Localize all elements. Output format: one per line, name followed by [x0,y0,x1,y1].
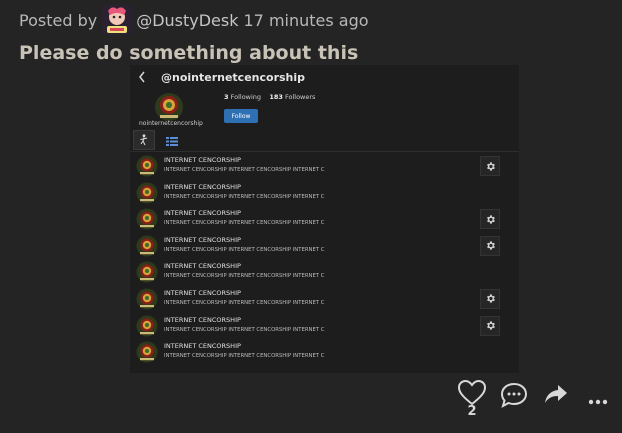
row-text: INTERNET CENCORSHIP INTERNET CENCORSHIP … [164,167,325,173]
row-avatar [136,208,158,230]
gear-icon [485,210,496,229]
dancer-icon [139,131,149,150]
gear-icon [485,316,496,335]
row-avatar [136,315,158,337]
list-item: INTERNET CENCORSHIP INTERNET CENCORSHIP I… [130,313,519,340]
tab-dancer [133,130,155,150]
share-icon [544,384,568,408]
following-count: 3 [224,93,229,101]
row-avatar [136,261,158,283]
post-header: Posted by @DustyDesk 17 minutes ago [19,5,369,35]
row-title: INTERNET CENCORSHIP [164,182,241,191]
gear-icon [485,289,496,308]
row-title: INTERNET CENCORSHIP [164,288,241,297]
author-username[interactable]: @DustyDesk [136,11,238,30]
followers-label: Followers [284,93,316,101]
author-avatar[interactable] [102,5,133,35]
profile-name: nointernetcencorship [139,120,203,127]
screenshot-topbar: @nointernetcencorship [130,65,519,91]
list-item: INTERNET CENCORSHIP INTERNET CENCORSHIP I… [130,206,519,233]
post-time: 17 minutes ago [243,10,369,30]
row-avatar [136,235,158,257]
gear-icon [485,236,496,255]
profile-avatar [154,92,184,122]
row-title: INTERNET CENCORSHIP [164,156,241,164]
gear-icon [485,157,496,176]
row-avatar [136,182,158,204]
post-title[interactable]: Please do something about this [19,42,358,64]
row-text: INTERNET CENCORSHIP INTERNET CENCORSHIP … [164,193,325,200]
embedded-screenshot[interactable]: @nointernetcencorship nointernetcencorsh… [130,65,519,373]
row-text: INTERNET CENCORSHIP INTERNET CENCORSHIP … [164,246,325,253]
more-button[interactable] [588,390,608,409]
following-label: Following [230,93,262,101]
list-item: INTERNET CENCORSHIP INTERNET CENCORSHIP I… [130,180,519,207]
followers-count: 183 [269,93,283,101]
row-settings [480,315,500,336]
row-title: INTERNET CENCORSHIP [164,342,241,351]
profile-handle: @nointernetcencorship [161,71,306,84]
chevron-left-icon [138,71,146,87]
profile-stats: 3 Following 183 Followers [224,93,315,101]
list-item: INTERNET CENCORSHIP INTERNET CENCORSHIP I… [130,259,519,286]
row-text: INTERNET CENCORSHIP INTERNET CENCORSHIP … [164,326,325,333]
comment-button[interactable] [500,382,528,412]
list-item: INTERNET CENCORSHIP INTERNET CENCORSHIP I… [130,153,519,180]
row-title: INTERNET CENCORSHIP [164,262,241,271]
row-text: INTERNET CENCORSHIP INTERNET CENCORSHIP … [164,353,325,360]
row-settings [480,288,500,309]
row-avatar [136,155,158,177]
profile-tabs [130,130,519,152]
follow-button: Follow [224,109,258,123]
row-settings [480,209,500,230]
row-title: INTERNET CENCORSHIP [164,315,241,324]
row-title: INTERNET CENCORSHIP [164,209,241,218]
row-avatar [136,341,158,363]
row-avatar [136,288,158,310]
post-list: INTERNET CENCORSHIP INTERNET CENCORSHIP I… [130,153,519,366]
row-text: INTERNET CENCORSHIP INTERNET CENCORSHIP … [164,220,325,227]
row-settings [480,156,500,176]
row-text: INTERNET CENCORSHIP INTERNET CENCORSHIP … [164,299,325,306]
list-item: INTERNET CENCORSHIP INTERNET CENCORSHIP I… [130,233,519,260]
share-button[interactable] [544,384,568,408]
more-icon [588,390,608,409]
row-settings [480,235,500,256]
tab-list [161,130,183,150]
row-title: INTERNET CENCORSHIP [164,235,241,244]
list-item: INTERNET CENCORSHIP INTERNET CENCORSHIP I… [130,339,519,366]
list-icon [166,131,178,150]
like-count: 2 [467,404,477,419]
row-text: INTERNET CENCORSHIP INTERNET CENCORSHIP … [164,273,325,280]
comment-icon [500,382,528,412]
list-item: INTERNET CENCORSHIP INTERNET CENCORSHIP I… [130,286,519,313]
posted-by-label: Posted by [19,10,98,30]
